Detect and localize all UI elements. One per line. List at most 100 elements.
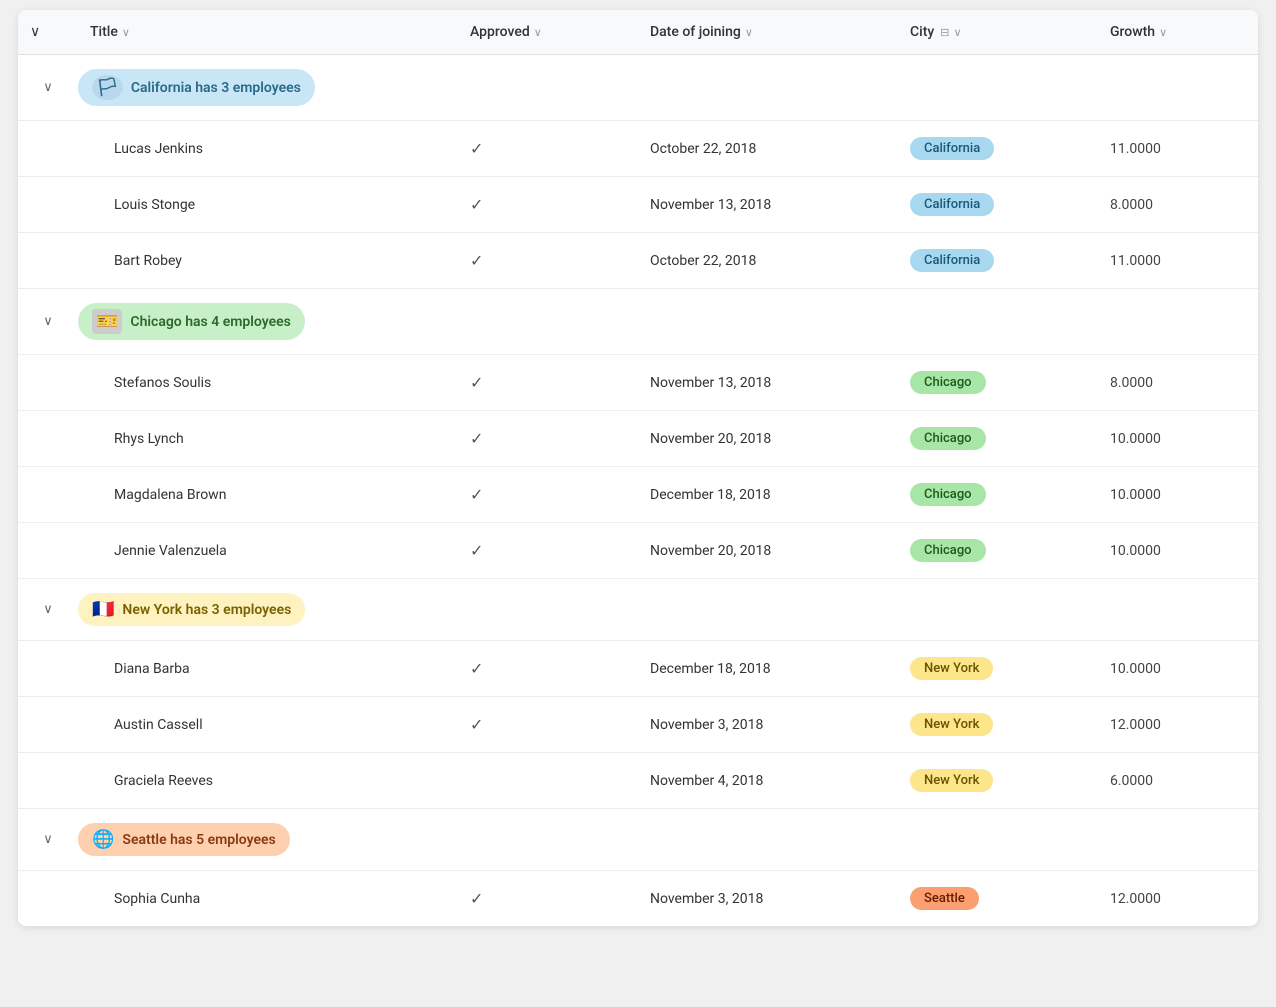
employee-city: Seattle: [898, 887, 1098, 910]
employee-name: Rhys Lynch: [78, 431, 458, 447]
city-badge: Chicago: [910, 371, 986, 394]
employee-growth: 10.0000: [1098, 543, 1258, 559]
employee-approved: ✓: [458, 429, 638, 448]
header-date-label: Date of joining: [650, 24, 741, 40]
title-sort-icon[interactable]: ∨: [122, 26, 130, 39]
city-badge: New York: [910, 713, 993, 736]
employee-growth: 12.0000: [1098, 891, 1258, 907]
group-label-california: California has 3 employees: [131, 80, 301, 96]
employee-name: Graciela Reeves: [78, 773, 458, 789]
group-badge-container-california: 🏳 California has 3 employees: [78, 69, 1258, 106]
employee-approved: ✓: [458, 139, 638, 158]
employee-name: Sophia Cunha: [78, 891, 458, 907]
employee-date: November 4, 2018: [638, 773, 898, 789]
employee-growth: 6.0000: [1098, 773, 1258, 789]
header-approved-label: Approved: [470, 24, 530, 40]
employee-name: Louis Stonge: [78, 197, 458, 213]
employee-date: November 13, 2018: [638, 197, 898, 213]
city-filter-icon[interactable]: ⊟: [940, 26, 949, 39]
group-row-chicago: ∨🎫Chicago has 4 employees: [18, 289, 1258, 355]
group-flag-california: 🏳: [92, 75, 123, 100]
expand-all-icon[interactable]: ∨: [30, 24, 40, 40]
city-badge: California: [910, 193, 994, 216]
header-date[interactable]: Date of joining ∨: [638, 24, 898, 40]
employee-growth: 11.0000: [1098, 253, 1258, 269]
employee-growth: 10.0000: [1098, 661, 1258, 677]
date-sort-icon[interactable]: ∨: [745, 26, 753, 39]
employee-name: Magdalena Brown: [78, 487, 458, 503]
main-table: ∨ Title ∨ Approved ∨ Date of joining ∨ C…: [18, 10, 1258, 926]
employee-approved: ✓: [458, 251, 638, 270]
city-badge: Chicago: [910, 539, 986, 562]
employee-date: October 22, 2018: [638, 253, 898, 269]
employee-approved: ✓: [458, 195, 638, 214]
employee-growth: 8.0000: [1098, 375, 1258, 391]
header-growth-label: Growth: [1110, 24, 1155, 40]
header-growth[interactable]: Growth ∨: [1098, 24, 1258, 40]
group-toggle-seattle[interactable]: ∨: [18, 832, 78, 847]
group-toggle-chicago[interactable]: ∨: [18, 314, 78, 329]
employee-city: Chicago: [898, 539, 1098, 562]
table-header: ∨ Title ∨ Approved ∨ Date of joining ∨ C…: [18, 10, 1258, 55]
group-label-seattle: Seattle has 5 employees: [122, 832, 275, 848]
employee-date: November 13, 2018: [638, 375, 898, 391]
employee-date: November 20, 2018: [638, 543, 898, 559]
group-toggle-california[interactable]: ∨: [18, 80, 78, 95]
employee-city: Chicago: [898, 427, 1098, 450]
group-row-seattle: ∨ 🌐 Seattle has 5 employees: [18, 809, 1258, 871]
city-badge: New York: [910, 769, 993, 792]
group-flag-newyork: 🇫🇷: [92, 599, 114, 620]
table-row: Louis Stonge✓November 13, 2018 California…: [18, 177, 1258, 233]
employee-growth: 10.0000: [1098, 431, 1258, 447]
group-row-newyork: ∨🇫🇷New York has 3 employees: [18, 579, 1258, 641]
employee-growth: 8.0000: [1098, 197, 1258, 213]
employee-city: California: [898, 249, 1098, 272]
group-badge-chicago[interactable]: 🎫Chicago has 4 employees: [78, 303, 305, 340]
header-city[interactable]: City ⊟ ∨: [898, 24, 1098, 40]
table-row: Jennie Valenzuela✓November 20, 2018 Chica…: [18, 523, 1258, 579]
employee-date: December 18, 2018: [638, 661, 898, 677]
city-badge: California: [910, 249, 994, 272]
employee-city: California: [898, 137, 1098, 160]
employee-approved: ✓: [458, 485, 638, 504]
group-flag-chicago: 🎫: [92, 309, 122, 334]
city-badge: New York: [910, 657, 993, 680]
header-approved[interactable]: Approved ∨: [458, 24, 638, 40]
city-sort-icon[interactable]: ∨: [953, 26, 961, 39]
employee-city: New York: [898, 769, 1098, 792]
group-badge-newyork[interactable]: 🇫🇷New York has 3 employees: [78, 593, 305, 626]
group-toggle-newyork[interactable]: ∨: [18, 602, 78, 617]
employee-city: California: [898, 193, 1098, 216]
employee-name: Bart Robey: [78, 253, 458, 269]
employee-city: New York: [898, 657, 1098, 680]
group-badge-container-seattle: 🌐 Seattle has 5 employees: [78, 823, 1258, 856]
header-city-label: City: [910, 24, 934, 40]
group-badge-california[interactable]: 🏳 California has 3 employees: [78, 69, 315, 106]
approved-sort-icon[interactable]: ∨: [534, 26, 542, 39]
table-row: Stefanos Soulis✓November 13, 2018Chicago…: [18, 355, 1258, 411]
employee-approved: ✓: [458, 373, 638, 392]
employee-city: New York: [898, 713, 1098, 736]
employee-approved: ✓: [458, 659, 638, 678]
employee-name: Austin Cassell: [78, 717, 458, 733]
header-title[interactable]: Title ∨: [78, 24, 458, 40]
growth-sort-icon[interactable]: ∨: [1159, 26, 1167, 39]
table-row: Graciela Reeves November 4, 2018 New York 6…: [18, 753, 1258, 809]
city-badge: Chicago: [910, 427, 986, 450]
employee-growth: 11.0000: [1098, 141, 1258, 157]
employee-name: Jennie Valenzuela: [78, 543, 458, 559]
group-badge-seattle[interactable]: 🌐 Seattle has 5 employees: [78, 823, 290, 856]
group-flag-seattle: 🌐: [92, 829, 114, 850]
employee-approved: ✓: [458, 541, 638, 560]
city-badge: Seattle: [910, 887, 979, 910]
table-row: Austin Cassell✓November 3, 2018New York1…: [18, 697, 1258, 753]
employee-date: November 20, 2018: [638, 431, 898, 447]
employee-approved: ✓: [458, 889, 638, 908]
employee-city: Chicago: [898, 371, 1098, 394]
table-row: Bart Robey✓October 22, 2018 California 11.…: [18, 233, 1258, 289]
header-title-label: Title: [90, 24, 118, 40]
employee-growth: 12.0000: [1098, 717, 1258, 733]
employee-approved: ✓: [458, 715, 638, 734]
table-row: Diana Barba✓December 18, 2018New York10.…: [18, 641, 1258, 697]
header-expand-col[interactable]: ∨: [18, 24, 78, 40]
